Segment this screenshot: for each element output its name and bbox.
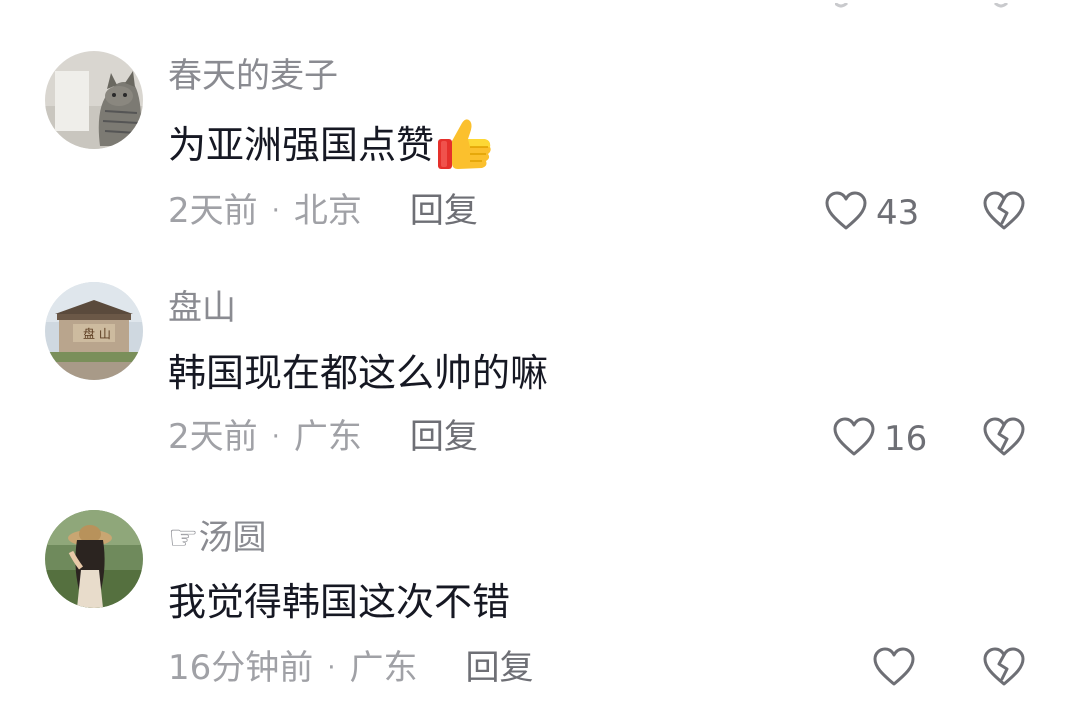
heart-outline-icon bbox=[832, 416, 876, 462]
comment-time: 2天前 bbox=[168, 417, 258, 457]
comment-time: 16分钟前 bbox=[168, 648, 314, 688]
avatar[interactable] bbox=[45, 51, 143, 149]
thumbs-up-emoji-icon bbox=[436, 117, 492, 173]
broken-heart-icon bbox=[982, 417, 1026, 462]
separator-dot: · bbox=[327, 653, 336, 683]
comment-location: 广东 bbox=[293, 417, 362, 457]
comment-location: 北京 bbox=[293, 191, 362, 231]
reply-button[interactable]: 回复 bbox=[466, 648, 534, 688]
previous-comment-icons-edge bbox=[833, 0, 1025, 8]
comment-time: 2天前 bbox=[168, 191, 258, 231]
separator-dot: · bbox=[271, 422, 280, 452]
like-button[interactable] bbox=[872, 646, 924, 692]
svg-text:盘 山: 盘 山 bbox=[83, 326, 111, 341]
comment-text-content: 韩国现在都这么帅的嘛 bbox=[168, 351, 549, 395]
reply-button[interactable]: 回复 bbox=[410, 191, 478, 231]
avatar[interactable]: 盘 山 bbox=[45, 282, 143, 380]
separator-dot: · bbox=[271, 196, 280, 226]
heart-outline-icon bbox=[872, 646, 916, 692]
like-button[interactable]: 16 bbox=[832, 416, 927, 462]
comment-text-content: 我觉得韩国这次不错 bbox=[168, 580, 511, 624]
comment-meta: 2天前 · 广东 回复 bbox=[168, 417, 478, 457]
like-count: 43 bbox=[876, 193, 920, 233]
comment-location: 广东 bbox=[349, 648, 418, 688]
dislike-button[interactable] bbox=[982, 416, 1026, 462]
comment-meta: 2天前 · 北京 回复 bbox=[168, 191, 478, 231]
comment-text: 我觉得韩国这次不错 bbox=[168, 579, 510, 625]
username[interactable]: 盘山 bbox=[168, 288, 236, 328]
reply-button[interactable]: 回复 bbox=[410, 417, 478, 457]
dislike-button[interactable] bbox=[982, 190, 1026, 236]
like-button[interactable]: 43 bbox=[824, 190, 919, 236]
broken-heart-icon bbox=[982, 191, 1026, 236]
avatar[interactable] bbox=[45, 510, 143, 608]
comment-meta: 16分钟前 · 广东 回复 bbox=[168, 648, 534, 688]
comment-text: 为亚洲强国点赞 bbox=[168, 117, 492, 173]
comment-text: 韩国现在都这么帅的嘛 bbox=[168, 350, 548, 396]
broken-heart-icon bbox=[982, 647, 1026, 692]
heart-outline-icon bbox=[824, 190, 868, 236]
username[interactable]: ☞汤圆 bbox=[168, 518, 266, 558]
comment-text-content: 为亚洲强国点赞 bbox=[168, 123, 435, 167]
username[interactable]: 春天的麦子 bbox=[168, 56, 338, 96]
like-count: 16 bbox=[884, 419, 928, 459]
dislike-button[interactable] bbox=[982, 646, 1026, 692]
